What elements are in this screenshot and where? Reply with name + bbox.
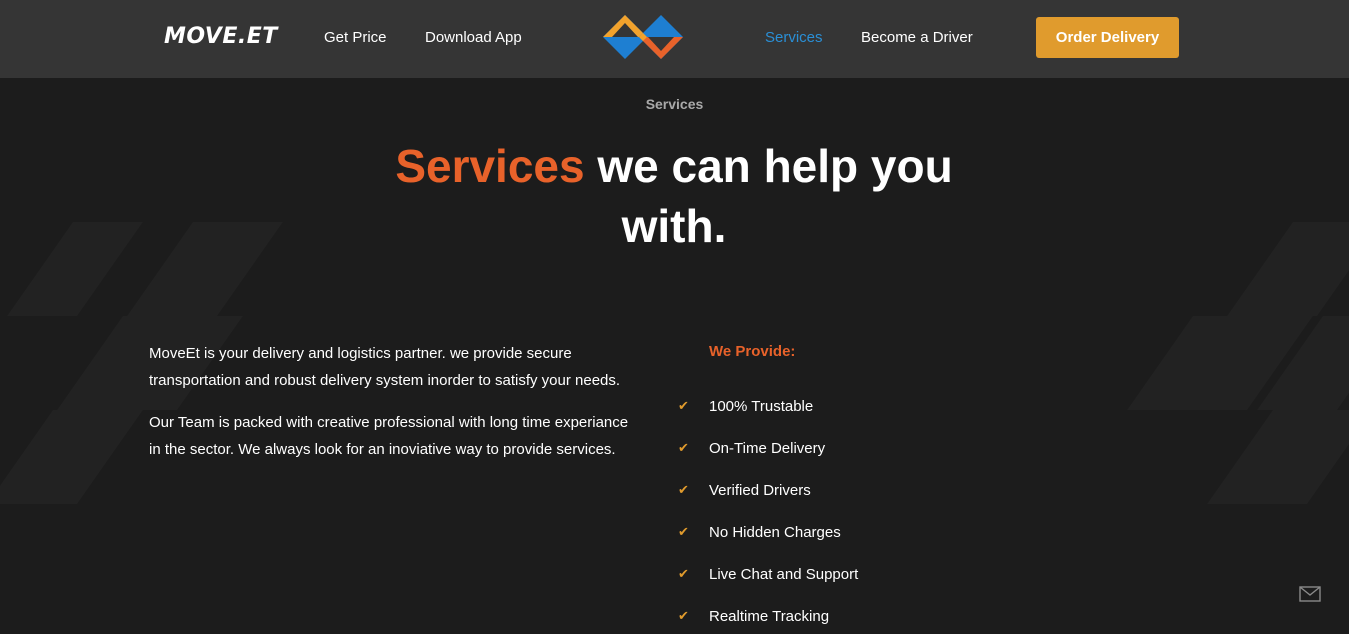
list-item: ✔ 100% Trustable — [678, 385, 858, 427]
hero-title-accent: Services — [395, 140, 585, 192]
nav-link-services[interactable]: Services — [765, 29, 823, 46]
background-shape — [7, 222, 143, 316]
section-eyebrow: Services — [645, 96, 704, 112]
list-item: ✔ Live Chat and Support — [678, 553, 858, 595]
provide-list: ✔ 100% Trustable ✔ On-Time Delivery ✔ Ve… — [678, 385, 858, 634]
hero-title: Services we can help you with. — [374, 136, 974, 256]
provide-item-label: No Hidden Charges — [709, 523, 841, 541]
provide-heading: We Provide: — [709, 343, 796, 360]
list-item: ✔ On-Time Delivery — [678, 427, 858, 469]
check-icon: ✔ — [678, 398, 689, 413]
nav-link-get-price[interactable]: Get Price — [324, 29, 387, 46]
check-icon: ✔ — [678, 524, 689, 539]
background-shape — [1227, 222, 1349, 316]
hero-title-rest: we can help you with. — [584, 140, 953, 252]
provide-item-label: Live Chat and Support — [709, 565, 859, 583]
diamond-logo-icon[interactable] — [603, 13, 683, 61]
check-icon: ✔ — [678, 482, 689, 497]
about-text: MoveEt is your delivery and logistics pa… — [149, 340, 629, 478]
nav-link-download-app[interactable]: Download App — [425, 29, 522, 46]
navbar: MOVE.ET Get Price Download App Services … — [0, 0, 1349, 78]
provide-item-label: Realtime Tracking — [709, 607, 830, 625]
provide-item-label: On-Time Delivery — [709, 439, 826, 457]
provide-item-label: 100% Trustable — [709, 397, 814, 415]
list-item: ✔ Verified Drivers — [678, 469, 858, 511]
nav-link-become-driver[interactable]: Become a Driver — [861, 29, 973, 46]
mail-icon[interactable] — [1299, 586, 1321, 602]
background-shape — [127, 222, 283, 316]
about-paragraph: MoveEt is your delivery and logistics pa… — [149, 345, 621, 389]
about-paragraph: Our Team is packed with creative profess… — [149, 414, 629, 458]
list-item: ✔ Realtime Tracking — [678, 595, 858, 634]
order-delivery-button[interactable]: Order Delivery — [1036, 17, 1179, 58]
site-logo[interactable]: MOVE.ET — [164, 24, 278, 49]
background-shape — [1207, 410, 1349, 504]
page: MOVE.ET Get Price Download App Services … — [0, 0, 1349, 634]
background-shape — [0, 410, 143, 504]
check-icon: ✔ — [678, 566, 689, 581]
check-icon: ✔ — [678, 440, 689, 455]
check-icon: ✔ — [678, 608, 689, 623]
provide-item-label: Verified Drivers — [709, 481, 811, 499]
list-item: ✔ No Hidden Charges — [678, 511, 858, 553]
